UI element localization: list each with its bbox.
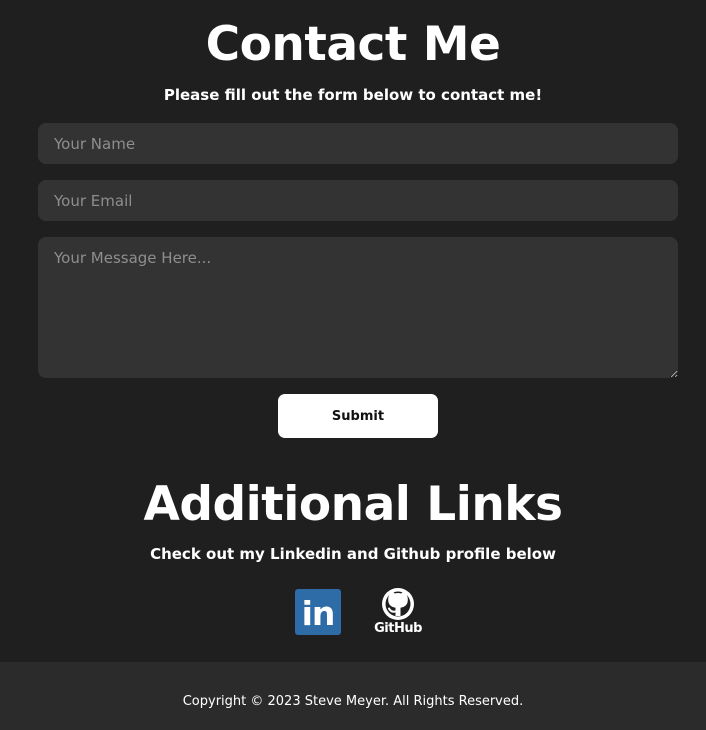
message-field[interactable] <box>38 237 678 378</box>
github-label: GitHub <box>374 621 422 636</box>
name-field[interactable] <box>38 123 678 164</box>
links-title: Additional Links <box>143 477 563 532</box>
footer: Copyright © 2023 Steve Meyer. All Rights… <box>0 662 706 730</box>
links-subtitle: Check out my Linkedin and Github profile… <box>150 545 556 563</box>
email-field[interactable] <box>38 180 678 221</box>
main-content: Contact Me Please fill out the form belo… <box>0 0 706 662</box>
github-icon <box>382 588 414 620</box>
github-link[interactable]: GitHub <box>372 586 424 640</box>
linkedin-link[interactable]: in <box>295 589 341 635</box>
contact-subtitle: Please fill out the form below to contac… <box>163 86 543 104</box>
page-title: Contact Me <box>205 17 501 72</box>
linkedin-icon: in <box>295 589 341 635</box>
copyright-text: Copyright © 2023 Steve Meyer. All Rights… <box>182 694 524 709</box>
linkedin-icon-text: in <box>302 594 335 633</box>
submit-button[interactable]: Submit <box>278 394 438 438</box>
